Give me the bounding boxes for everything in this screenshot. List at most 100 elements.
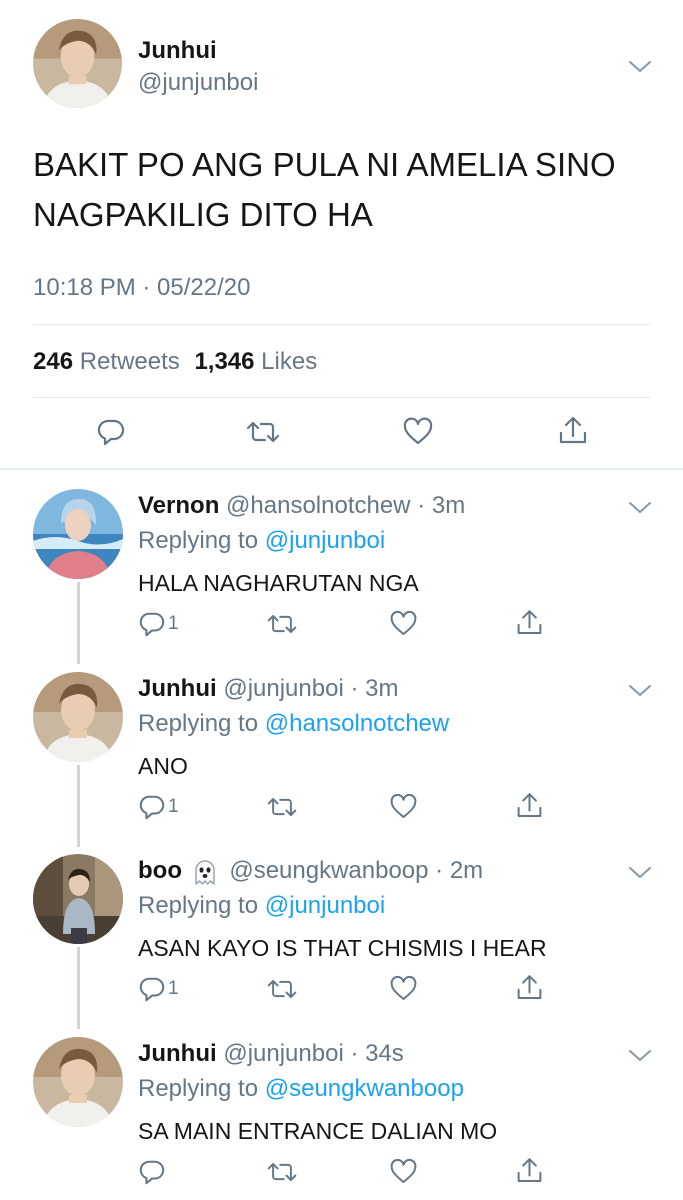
tweet-text-line: NAGPAKILIG DITO HA (33, 196, 373, 233)
reply-button[interactable]: 1 (138, 793, 179, 821)
reply-text: ANO (138, 753, 188, 779)
like-button[interactable] (389, 975, 418, 1003)
chevron-down-icon[interactable] (627, 499, 653, 517)
reply-icon (139, 977, 165, 1002)
share-button[interactable] (557, 415, 589, 447)
reply-author-name[interactable]: boo (138, 857, 182, 884)
reply-icon (97, 419, 125, 446)
like-button[interactable] (389, 610, 418, 638)
reply-actions: 1 (0, 973, 683, 1013)
reply-text: SA MAIN ENTRANCE DALIAN MO (138, 1118, 498, 1144)
retweet-button[interactable] (245, 417, 281, 447)
replying-to-mention[interactable]: @junjunboi (265, 892, 385, 919)
retweet-icon (267, 980, 297, 998)
author-handle[interactable]: @junjunboi (138, 69, 258, 97)
reply-header: boo @seungkwanboop · 2m (138, 857, 483, 886)
avatar[interactable] (33, 854, 123, 944)
avatar[interactable] (33, 1037, 123, 1127)
reply-icon (139, 795, 165, 820)
reply-count: 1 (168, 978, 179, 999)
reply-time: · 34s (350, 1040, 404, 1067)
like-icon (390, 975, 417, 1000)
like-icon (390, 793, 417, 818)
reply-header: Junhui @junjunboi · 3m (138, 675, 398, 703)
like-icon (390, 610, 417, 635)
like-button[interactable] (389, 793, 418, 821)
reply-icon (139, 1160, 165, 1185)
like-icon (390, 1158, 417, 1183)
share-button[interactable] (515, 973, 544, 1003)
retweet-icon (267, 615, 297, 633)
reply-author-name[interactable]: Junhui (138, 675, 217, 702)
divider (33, 324, 650, 325)
replying-to-label: Replying to (138, 892, 259, 919)
reply-tweet[interactable]: Junhui @junjunboi · 3m Replying to @hans… (0, 672, 683, 854)
replying-to-label: Replying to (138, 1075, 259, 1102)
likes-count[interactable]: 1,346 (194, 348, 254, 375)
reply-header: Junhui @junjunboi · 34s (138, 1040, 404, 1068)
avatar[interactable] (33, 19, 122, 108)
reply-author-handle[interactable]: @junjunboi (223, 675, 343, 702)
tweet-timestamp: 10:18 PM · 05/22/20 (33, 274, 251, 301)
reply-text: HALA NAGHARUTAN NGA (138, 570, 419, 596)
retweet-icon (267, 798, 297, 816)
retweets-count[interactable]: 246 (33, 348, 73, 375)
reply-author-handle[interactable]: @hansolnotchew (226, 492, 410, 519)
replying-to-label: Replying to (138, 527, 259, 554)
reply-tweet[interactable]: Vernon @hansolnotchew · 3m Replying to @… (0, 489, 683, 671)
reply-button[interactable] (138, 1158, 168, 1186)
ghost-emoji (194, 859, 215, 885)
retweet-button[interactable] (266, 793, 298, 821)
reply-time: · 3m (417, 492, 466, 519)
retweet-button[interactable] (266, 1158, 298, 1186)
share-icon (559, 416, 587, 444)
reply-actions: 1 (0, 608, 683, 648)
chevron-down-icon[interactable] (627, 58, 653, 76)
retweet-button[interactable] (266, 610, 298, 638)
divider (0, 468, 683, 470)
reply-count: 1 (168, 796, 179, 817)
reply-tweet[interactable]: boo @seungkwanboop · 2m Replying to @jun… (0, 854, 683, 1036)
share-button[interactable] (515, 1156, 544, 1186)
tweet-text: BAKIT PO ANG PULA NI AMELIA SINO NAGPAKI… (33, 140, 673, 240)
reply-actions: 1 (0, 791, 683, 831)
like-button[interactable] (389, 1158, 418, 1186)
likes-label[interactable]: Likes (261, 348, 317, 375)
share-button[interactable] (515, 608, 544, 638)
replying-to-mention[interactable]: @hansolnotchew (265, 710, 449, 737)
replying-to-mention[interactable]: @seungkwanboop (265, 1075, 464, 1102)
avatar[interactable] (33, 672, 123, 762)
share-button[interactable] (515, 791, 544, 821)
share-icon (517, 975, 542, 999)
reply-button[interactable] (96, 417, 126, 447)
divider (33, 397, 650, 398)
retweets-label[interactable]: Retweets (80, 348, 180, 375)
reply-header: Vernon @hansolnotchew · 3m (138, 492, 465, 520)
chevron-down-icon[interactable] (627, 682, 653, 700)
share-icon (517, 610, 542, 634)
chevron-down-icon[interactable] (627, 864, 653, 882)
reply-button[interactable]: 1 (138, 610, 179, 638)
reply-icon (139, 612, 165, 637)
author-name[interactable]: Junhui (138, 37, 217, 65)
reply-time: · 3m (350, 675, 399, 702)
replying-to-mention[interactable]: @junjunboi (265, 527, 385, 554)
replying-to: Replying to @hansolnotchew (138, 710, 449, 738)
reply-author-handle[interactable]: @seungkwanboop (229, 857, 428, 884)
chevron-down-icon[interactable] (627, 1047, 653, 1065)
replying-to: Replying to @seungkwanboop (138, 1075, 464, 1103)
reply-author-handle[interactable]: @junjunboi (223, 1040, 343, 1067)
reply-actions (0, 1156, 683, 1196)
share-icon (517, 1158, 542, 1182)
avatar[interactable] (33, 489, 123, 579)
reply-count: 1 (168, 613, 179, 634)
reply-text: ASAN KAYO IS THAT CHISMIS I HEAR (138, 935, 547, 961)
share-icon (517, 793, 542, 817)
like-button[interactable] (402, 417, 434, 447)
reply-author-name[interactable]: Vernon (138, 492, 219, 519)
reply-author-name[interactable]: Junhui (138, 1040, 217, 1067)
reply-tweet[interactable]: Junhui @junjunboi · 34s Replying to @seu… (0, 1037, 683, 1200)
like-icon (403, 417, 433, 445)
reply-button[interactable]: 1 (138, 975, 179, 1003)
retweet-button[interactable] (266, 975, 298, 1003)
